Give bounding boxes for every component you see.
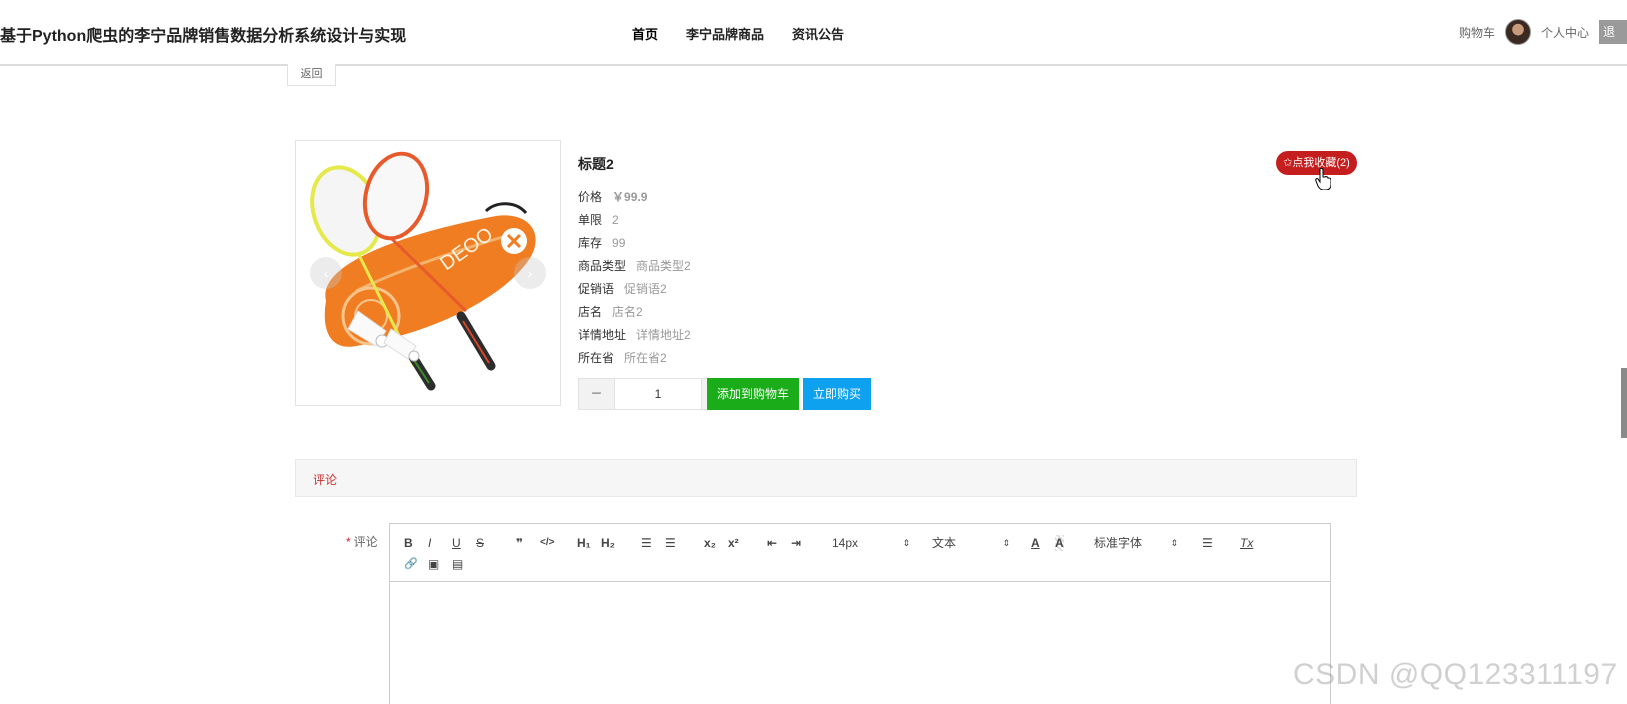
font-family-value: 标准字体 bbox=[1094, 536, 1143, 550]
stock-row: 库存 99 bbox=[578, 234, 625, 251]
editor-toolbar: B I U S ❞ </> H₁ H₂ ☰ ☰ x₂ x² ⇤ ⇥ 14px ⇕ … bbox=[390, 524, 1330, 582]
outdent-icon[interactable]: ⇤ bbox=[767, 535, 777, 551]
cart-link[interactable]: 购物车 bbox=[1459, 24, 1495, 41]
field-label: 价格 bbox=[578, 190, 603, 204]
field-label: 详情地址 bbox=[578, 328, 627, 342]
type-row: 商品类型 商品类型2 bbox=[578, 257, 691, 274]
product-image-carousel: DEOO ‹ › bbox=[295, 140, 561, 406]
site-title: 基于Python爬虫的李宁品牌销售数据分析系统设计与实现 bbox=[0, 28, 407, 45]
image-icon[interactable]: ▣ bbox=[428, 556, 439, 572]
user-area: 购物车 个人中心 退出 bbox=[1459, 18, 1627, 46]
ordered-list-icon[interactable]: ☰ bbox=[641, 535, 652, 551]
add-to-cart-button[interactable]: 添加到购物车 bbox=[707, 378, 799, 410]
field-value: 店名2 bbox=[612, 305, 643, 319]
field-value: 商品类型2 bbox=[636, 259, 691, 273]
bullet-list-icon[interactable]: ☰ bbox=[665, 535, 676, 551]
align-icon[interactable]: ☰ bbox=[1202, 535, 1213, 551]
font-size-select[interactable]: 14px ⇕ bbox=[832, 535, 910, 551]
code-block-icon[interactable]: </> bbox=[540, 535, 554, 551]
comment-label-text: 评论 bbox=[353, 535, 378, 549]
buy-now-button[interactable]: 立即购买 bbox=[803, 378, 871, 410]
required-mark: * bbox=[346, 535, 351, 549]
nav-news[interactable]: 资讯公告 bbox=[792, 24, 844, 43]
text-color-icon[interactable]: A bbox=[1031, 535, 1040, 551]
font-size-value: 14px bbox=[832, 536, 859, 550]
quantity-input[interactable]: 1 bbox=[614, 379, 702, 409]
field-value: 详情地址2 bbox=[636, 328, 691, 342]
select-arrows-icon: ⇕ bbox=[902, 538, 910, 548]
field-label: 店名 bbox=[578, 305, 603, 319]
clean-format-icon[interactable]: Tx bbox=[1240, 535, 1253, 551]
back-button[interactable]: 返回 bbox=[287, 64, 336, 86]
field-value: ￥99.9 bbox=[612, 190, 648, 204]
nav-home[interactable]: 首页 bbox=[632, 24, 658, 43]
field-value: 2 bbox=[612, 213, 619, 227]
editor-content-area[interactable] bbox=[390, 582, 1330, 704]
province-row: 所在省 所在省2 bbox=[578, 349, 667, 366]
address-row: 详情地址 详情地址2 bbox=[578, 326, 691, 343]
field-label: 所在省 bbox=[578, 351, 615, 365]
strike-icon[interactable]: S bbox=[476, 535, 484, 551]
h1-icon[interactable]: H₁ bbox=[577, 535, 591, 551]
hand-cursor-icon bbox=[1315, 168, 1331, 190]
header: 基于Python爬虫的李宁品牌销售数据分析系统设计与实现 首页 李宁品牌商品 资… bbox=[0, 0, 1627, 66]
video-icon[interactable]: ▤ bbox=[452, 556, 463, 572]
field-label: 库存 bbox=[578, 236, 603, 250]
field-value: 99 bbox=[612, 236, 626, 250]
page-scrollbar[interactable] bbox=[1621, 368, 1627, 438]
font-family-select[interactable]: 标准字体 ⇕ bbox=[1094, 535, 1178, 551]
subscript-icon[interactable]: x₂ bbox=[704, 535, 716, 551]
comment-field-label: * 评论 bbox=[346, 533, 378, 550]
product-title: 标题2 bbox=[578, 156, 614, 172]
superscript-icon[interactable]: x² bbox=[728, 535, 739, 551]
tab-comments[interactable]: 评论 bbox=[313, 471, 337, 488]
watermark: CSDN @QQ123311197 bbox=[1293, 658, 1618, 691]
background-color-icon[interactable]: A bbox=[1055, 535, 1064, 551]
header-value: 文本 bbox=[932, 536, 957, 550]
field-label: 商品类型 bbox=[578, 259, 627, 273]
indent-icon[interactable]: ⇥ bbox=[791, 535, 801, 551]
rich-text-editor: B I U S ❞ </> H₁ H₂ ☰ ☰ x₂ x² ⇤ ⇥ 14px ⇕ … bbox=[389, 523, 1331, 704]
shop-row: 店名 店名2 bbox=[578, 303, 643, 320]
promo-row: 促销语 促销语2 bbox=[578, 280, 667, 297]
comment-tab-bar: 评论 bbox=[295, 459, 1357, 497]
logout-button[interactable]: 退出 bbox=[1599, 20, 1627, 44]
field-label: 单限 bbox=[578, 213, 603, 227]
italic-icon[interactable]: I bbox=[428, 535, 431, 551]
select-arrows-icon: ⇕ bbox=[1170, 538, 1178, 548]
limit-row: 单限 2 bbox=[578, 211, 619, 228]
field-value: 促销语2 bbox=[624, 282, 667, 296]
avatar[interactable] bbox=[1504, 19, 1531, 45]
field-label: 促销语 bbox=[578, 282, 615, 296]
nav-products[interactable]: 李宁品牌商品 bbox=[686, 24, 764, 43]
user-center-link[interactable]: 个人中心 bbox=[1541, 24, 1589, 41]
link-icon[interactable]: 🔗 bbox=[404, 556, 418, 572]
main-nav: 首页 李宁品牌商品 资讯公告 bbox=[632, 24, 872, 43]
carousel-next-icon[interactable]: › bbox=[514, 257, 546, 289]
carousel-prev-icon[interactable]: ‹ bbox=[310, 257, 342, 289]
h2-icon[interactable]: H₂ bbox=[601, 535, 615, 551]
underline-icon[interactable]: U bbox=[452, 535, 461, 551]
header-select[interactable]: 文本 ⇕ bbox=[932, 535, 1010, 551]
decrement-button[interactable]: − bbox=[579, 379, 614, 409]
blockquote-icon[interactable]: ❞ bbox=[516, 535, 523, 551]
select-arrows-icon: ⇕ bbox=[1002, 538, 1010, 548]
bold-icon[interactable]: B bbox=[404, 535, 413, 551]
price-row: 价格 ￥99.9 bbox=[578, 188, 647, 205]
field-value: 所在省2 bbox=[624, 351, 667, 365]
